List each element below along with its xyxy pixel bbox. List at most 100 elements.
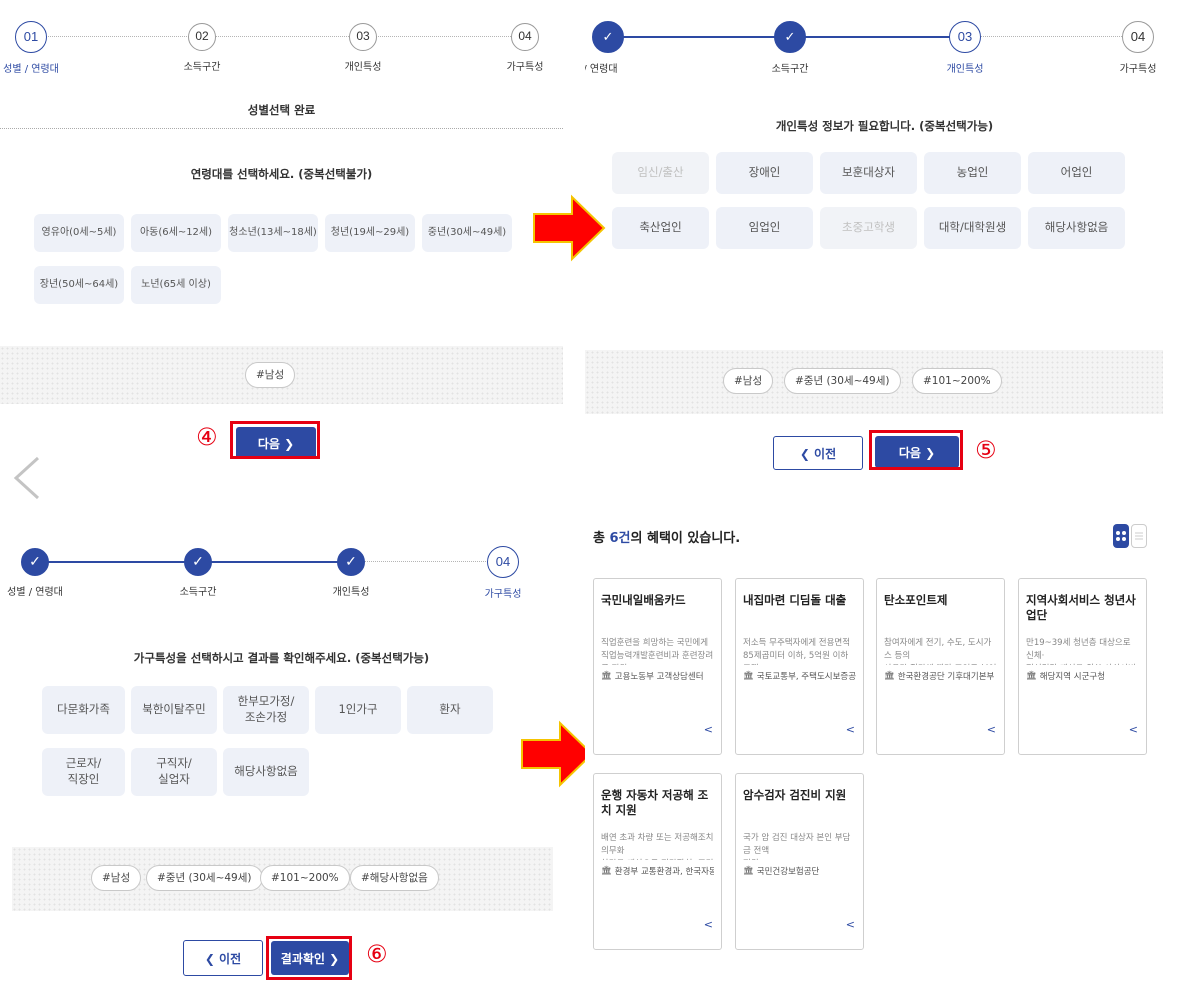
step-2-label: 소득구간	[183, 62, 221, 73]
trait-option-none[interactable]: 해당사항없음	[1028, 207, 1125, 249]
step-4[interactable]: 04 가구특성	[480, 0, 563, 73]
benefit-card[interactable]: 지역사회서비스 청년사업단 만19~39세 청년층 대상으로 신체· 정신건강 …	[1018, 578, 1147, 755]
benefit-card[interactable]: 탄소포인트제 참여자에게 전기, 수도, 도시가스 등의 사용량 절감에 따라 …	[876, 578, 1005, 755]
card-desc: 만19~39세 청년층 대상으로 신체· 정신건강 개선을 위한 사회서비스 개…	[1026, 638, 1136, 665]
step-4[interactable]: 04 가구특성	[1093, 0, 1183, 75]
household-option-jobseeker[interactable]: 구직자/ 실업자	[131, 748, 217, 796]
share-icon[interactable]: <	[987, 723, 996, 736]
card-org: 🏛 한국환경공단 기후대기본부	[884, 671, 995, 682]
household-option-single-parent[interactable]: 한부모가정/ 조손가정	[223, 686, 309, 734]
step-2[interactable]: ✓ 소득구간	[153, 525, 243, 598]
age-option-infant[interactable]: 영유아(0세~5세)	[34, 214, 124, 252]
step-3[interactable]: 03 개인특성	[318, 0, 408, 73]
highlight-box	[266, 936, 352, 980]
prev-button[interactable]: ❮ 이전	[773, 436, 863, 470]
card-title: 내집마련 디딤돌 대출	[743, 593, 847, 607]
card-title: 탄소포인트제	[884, 593, 948, 607]
benefit-card[interactable]: 내집마련 디딤돌 대출 저소득 무주택자에게 전용면적 85제곱미터 이하, 5…	[735, 578, 864, 755]
step-4-label: 가구특성	[484, 589, 522, 600]
selected-tag: #101~200%	[260, 865, 350, 891]
household-option-worker[interactable]: 근로자/ 직장인	[42, 748, 125, 796]
results-count: 6건	[609, 531, 631, 546]
step-4[interactable]: 04 가구특성	[458, 525, 548, 600]
household-question: 가구특성을 선택하시고 결과를 확인해주세요. (중복선택가능)	[133, 651, 430, 665]
list-view-icon[interactable]	[1131, 524, 1147, 548]
step-1[interactable]: ✓ 별 / 연령대	[585, 0, 653, 75]
personal-trait-panel: ✓ 별 / 연령대 ✓ 소득구간 03 개인특성 04 가구특성 개인특성 정보…	[585, 0, 1184, 490]
highlight-box	[869, 430, 963, 470]
step-3[interactable]: ✓ 개인특성	[306, 525, 396, 598]
step-1-label: 성별 / 연령대	[7, 587, 63, 598]
age-option-youth[interactable]: 청년(19세~29세)	[325, 214, 415, 252]
chevron-left-icon[interactable]	[10, 455, 42, 501]
step-1[interactable]: 01 성별 / 연령대	[0, 0, 76, 75]
building-icon: 🏛	[884, 671, 895, 681]
household-trait-panel: ✓ 성별 / 연령대 ✓ 소득구간 ✓ 개인특성 04 가구특성 가구특성을 선…	[0, 505, 563, 993]
prev-button[interactable]: ❮ 이전	[183, 940, 263, 976]
step-4-number: 04	[487, 546, 519, 578]
household-option-patient[interactable]: 환자	[407, 686, 493, 734]
step-1-check-icon: ✓	[592, 21, 624, 53]
benefit-card[interactable]: 운행 자동차 저공해 조치 지원 배연 초과 차량 또는 저공해조치 의무화 차…	[593, 773, 722, 950]
age-option-elderly[interactable]: 노년(65세 이상)	[131, 266, 221, 304]
trait-option-disabled[interactable]: 장애인	[716, 152, 813, 194]
age-question: 연령대를 선택하세요. (중복선택불가)	[190, 167, 373, 181]
trait-option-livestock[interactable]: 축산업인	[612, 207, 709, 249]
building-icon: 🏛	[601, 866, 612, 876]
household-option-single-person[interactable]: 1인가구	[315, 686, 401, 734]
age-selection-panel: 01 성별 / 연령대 02 소득구간 03 개인특성 04 가구특성 성별선택…	[0, 0, 563, 470]
trait-option-veteran[interactable]: 보훈대상자	[820, 152, 917, 194]
benefit-card[interactable]: 국민내일배움카드 직업훈련을 희망하는 국민에게 직업능력개발훈련비과 훈련장려…	[593, 578, 722, 755]
household-option-none[interactable]: 해당사항없음	[223, 748, 309, 796]
step-1-number: 01	[15, 21, 47, 53]
trait-option-fisher[interactable]: 어업인	[1028, 152, 1125, 194]
card-desc: 저소득 무주택자에게 전용면적 85제곱미터 이하, 5억원 이하 주택…	[743, 638, 851, 665]
share-icon[interactable]: <	[704, 723, 713, 736]
share-icon[interactable]: <	[846, 918, 855, 931]
share-icon[interactable]: <	[704, 918, 713, 931]
building-icon: 🏛	[743, 866, 754, 876]
age-option-middle[interactable]: 중년(30세~49세)	[422, 214, 512, 252]
age-option-teen[interactable]: 청소년(13세~18세)	[228, 214, 318, 252]
results-summary: 총 6건의 혜택이 있습니다.	[593, 531, 741, 546]
household-option-multicultural[interactable]: 다문화가족	[42, 686, 125, 734]
step-indicator: ✓ 별 / 연령대 ✓ 소득구간 03 개인특성 04 가구특성	[585, 0, 1184, 80]
annotation-number: ⑥	[366, 940, 388, 968]
card-org: 🏛환경부 교통환경과, 한국자동차…	[601, 866, 714, 877]
age-option-senior-adult[interactable]: 장년(50세~64세)	[34, 266, 124, 304]
card-title: 운행 자동차 저공해 조치 지원	[601, 788, 709, 817]
step-3[interactable]: 03 개인특성	[920, 0, 1010, 75]
trait-option-forestry[interactable]: 임업인	[716, 207, 813, 249]
selected-tag: #중년 (30세~49세)	[146, 865, 263, 891]
card-desc: 직업훈련을 희망하는 국민에게 직업능력개발훈련비과 훈련장려금 지원	[601, 638, 714, 665]
card-desc: 배연 초과 차량 또는 저공해조치 의무화 차량을 대상으로 저감장치, 조기폐…	[601, 833, 714, 860]
step-4-label: 가구특성	[506, 62, 544, 73]
household-option-defector[interactable]: 북한이탈주민	[131, 686, 217, 734]
card-org: 🏛 국민건강보험공단	[743, 866, 820, 877]
trait-option-university[interactable]: 대학/대학원생	[924, 207, 1021, 249]
building-icon: 🏛	[1026, 671, 1037, 681]
trait-option-farmer[interactable]: 농업인	[924, 152, 1021, 194]
building-icon: 🏛	[601, 671, 612, 681]
age-option-child[interactable]: 아동(6세~12세)	[131, 214, 221, 252]
selected-tags-bar: #남성	[0, 346, 563, 404]
step-4-number: 04	[1122, 21, 1154, 53]
grid-view-icon[interactable]	[1113, 524, 1129, 548]
share-icon[interactable]: <	[846, 723, 855, 736]
results-panel: 총 6건의 혜택이 있습니다. 국민내일배움카드 직업훈련을 희망하는 국민에게…	[585, 505, 1184, 993]
trait-option-pregnancy[interactable]: 임신/출산	[612, 152, 709, 194]
card-org: 🏛 해당지역 시군구청	[1026, 671, 1106, 682]
gender-complete-header: 성별선택 완료	[247, 103, 316, 117]
benefit-card[interactable]: 암수검자 검진비 지원 국가 암 검진 대상자 본인 부담금 전액 지원 🏛국민…	[735, 773, 864, 950]
step-1[interactable]: ✓ 성별 / 연령대	[0, 525, 80, 598]
step-3-label: 개인특성	[332, 587, 370, 598]
share-icon[interactable]: <	[1129, 723, 1138, 736]
highlight-box	[230, 421, 320, 459]
trait-option-student[interactable]: 초중고학생	[820, 207, 917, 249]
step-2[interactable]: 02 소득구간	[157, 0, 247, 73]
card-desc: 참여자에게 전기, 수도, 도시가스 등의 사용량 절감에 따라 포인트 부여 …	[884, 638, 996, 665]
annotation-number: ④	[196, 423, 218, 451]
step-2[interactable]: ✓ 소득구간	[745, 0, 835, 75]
selected-tag: #중년 (30세~49세)	[784, 368, 901, 394]
step-2-number: 02	[188, 23, 216, 51]
